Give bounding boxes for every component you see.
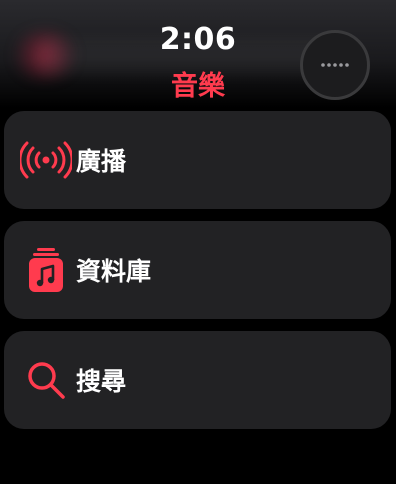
more-options-button[interactable] xyxy=(300,30,370,100)
menu-item-label: 資料庫 xyxy=(76,257,152,286)
menu-item-radio[interactable]: 廣播 xyxy=(4,111,391,209)
radio-broadcast-icon xyxy=(18,132,74,188)
menu-item-library[interactable]: 資料庫 xyxy=(4,221,391,319)
watch-screen: 2:06 音樂 廣播 資料庫 搜尋 xyxy=(0,0,396,484)
ellipsis-icon xyxy=(320,61,350,69)
search-icon xyxy=(18,352,74,408)
menu-item-label: 搜尋 xyxy=(76,367,127,396)
menu-item-search[interactable]: 搜尋 xyxy=(4,331,391,429)
menu-item-label: 廣播 xyxy=(76,147,127,176)
library-icon xyxy=(18,242,74,298)
